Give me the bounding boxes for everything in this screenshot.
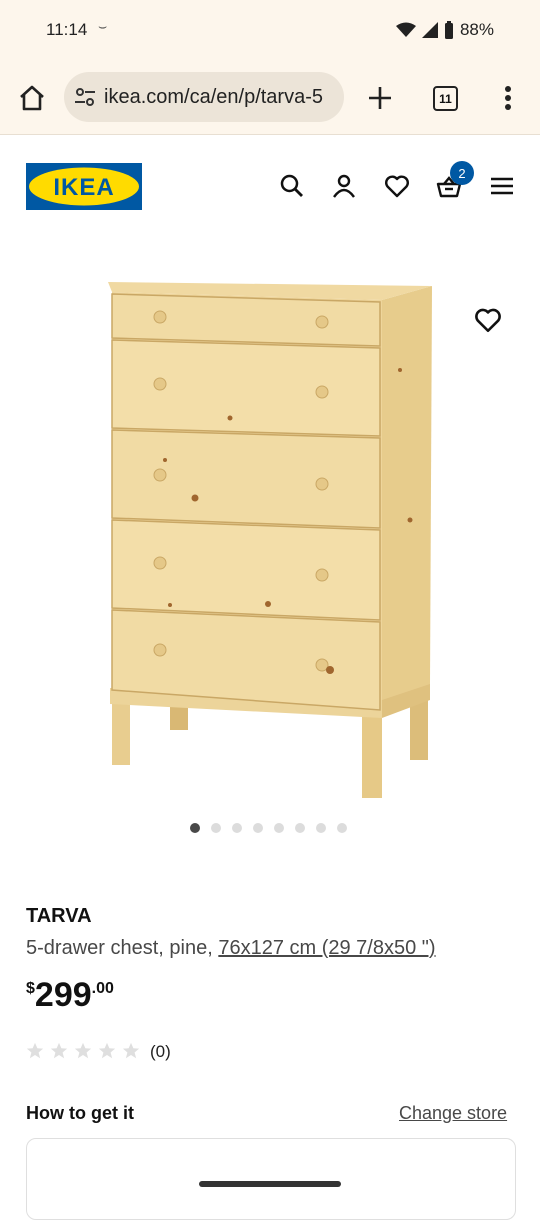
product-name: TARVA (26, 905, 92, 927)
product-price: $299.00 (26, 976, 114, 1015)
carousel-dot[interactable] (337, 823, 347, 833)
wifi-icon (395, 22, 416, 37)
ikea-logo-mark: IKEA (26, 163, 142, 210)
price-integer: 299 (34, 976, 92, 1014)
ikea-logo[interactable]: IKEA (26, 163, 142, 210)
battery-level: 88% (459, 20, 494, 39)
site-settings-icon[interactable] (74, 86, 96, 108)
more-options-icon[interactable] (498, 84, 518, 112)
carousel-dot[interactable] (295, 823, 305, 833)
search-icon[interactable] (279, 173, 305, 199)
rating-stars[interactable] (26, 1042, 140, 1060)
battery-icon (444, 21, 453, 39)
carousel-dot[interactable] (316, 823, 326, 833)
how-to-get-it-heading: How to get it (26, 1103, 134, 1123)
carousel-dot[interactable] (253, 823, 263, 833)
product-dimensions-link[interactable]: 76x127 cm (29 7/8x50 ") (218, 937, 435, 959)
url-text[interactable]: ikea.com/ca/en/p/tarva-5 (104, 86, 323, 109)
new-tab-icon[interactable] (367, 85, 393, 111)
svg-text:IKEA: IKEA (53, 174, 114, 201)
carousel-dot[interactable] (211, 823, 221, 833)
delivery-option-card[interactable] (26, 1138, 516, 1220)
status-time: 11:14 (46, 20, 88, 39)
star-icon (98, 1042, 116, 1059)
star-icon (26, 1042, 44, 1059)
url-bar[interactable]: ikea.com/ca/en/p/tarva-5 (64, 72, 344, 122)
tab-switcher-button[interactable]: 11 (433, 86, 458, 111)
menu-icon[interactable] (489, 173, 515, 199)
add-to-favourites-icon[interactable] (474, 306, 502, 334)
carousel-dot[interactable] (232, 823, 242, 833)
cart-count-badge: 2 (450, 161, 474, 185)
change-store-link[interactable]: Change store (399, 1103, 507, 1124)
favourites-icon[interactable] (384, 173, 410, 199)
signal-icon (421, 22, 438, 38)
status-right: 88% (395, 20, 494, 40)
home-icon[interactable] (18, 84, 46, 112)
star-icon (50, 1042, 68, 1059)
price-currency: $ (26, 980, 35, 997)
status-notification-icon: ⌣ (98, 18, 108, 34)
product-image[interactable] (100, 270, 440, 810)
product-description: 5-drawer chest, pine, 76x127 cm (29 7/8x… (26, 937, 436, 960)
star-icon (74, 1042, 92, 1059)
product-type: 5-drawer chest, pine, (26, 937, 219, 959)
review-count[interactable]: (0) (150, 1042, 171, 1062)
price-decimal: .00 (91, 980, 114, 997)
gesture-navigation-bar[interactable] (199, 1181, 341, 1187)
carousel-dot[interactable] (274, 823, 284, 833)
star-icon (122, 1042, 140, 1059)
image-carousel-indicator[interactable] (190, 823, 347, 833)
account-icon[interactable] (331, 173, 357, 199)
carousel-dot[interactable] (190, 823, 200, 833)
